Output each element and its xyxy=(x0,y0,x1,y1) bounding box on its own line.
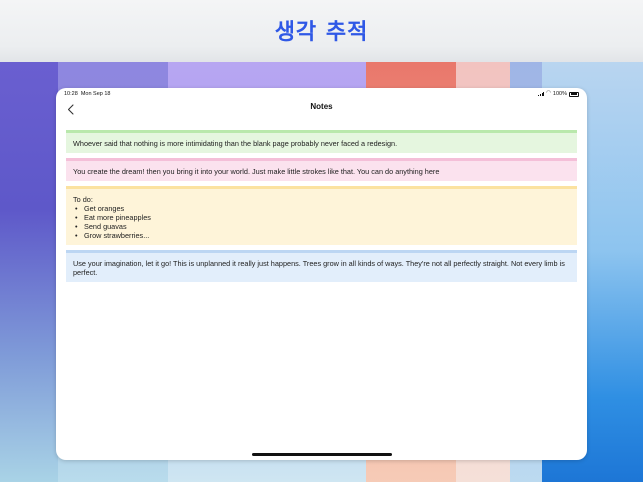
note-text: Whoever said that nothing is more intimi… xyxy=(73,139,398,148)
battery-percentage: 100% xyxy=(552,91,567,97)
home-indicator[interactable] xyxy=(252,453,392,456)
status-time: 10:28 xyxy=(64,91,78,97)
promo-headline: 생각 추적 xyxy=(274,20,369,45)
page-title: Notes xyxy=(310,102,333,111)
paper-strip xyxy=(0,62,58,482)
device-screen: 10:28 Mon Sep 18 ◠ 100% Notes Whoever sa… xyxy=(56,88,587,460)
list-item: Get oranges xyxy=(73,204,570,213)
list-item: Grow strawberries... xyxy=(73,231,570,240)
note-text: You create the dream! then you bring it … xyxy=(73,167,440,176)
wifi-icon: ◠ xyxy=(546,90,551,97)
note-card[interactable]: Whoever said that nothing is more intimi… xyxy=(66,130,577,153)
note-card[interactable]: To do: Get oranges Eat more pineapples S… xyxy=(66,186,577,245)
notes-list: Whoever said that nothing is more intimi… xyxy=(66,130,577,287)
list-item: Eat more pineapples xyxy=(73,213,570,222)
note-card[interactable]: Use your imagination, let it go! This is… xyxy=(66,250,577,282)
status-bar: 10:28 Mon Sep 18 ◠ 100% xyxy=(56,88,587,100)
todo-list: Get oranges Eat more pineapples Send gua… xyxy=(73,204,570,240)
note-text: Use your imagination, let it go! This is… xyxy=(73,259,565,277)
list-item: Send guavas xyxy=(73,222,570,231)
signal-icon xyxy=(538,92,545,96)
status-date: Mon Sep 18 xyxy=(80,91,111,97)
battery-icon xyxy=(569,91,579,97)
note-title: To do: xyxy=(73,195,93,204)
note-card[interactable]: You create the dream! then you bring it … xyxy=(66,158,577,181)
navigation-bar: Notes xyxy=(56,100,587,120)
